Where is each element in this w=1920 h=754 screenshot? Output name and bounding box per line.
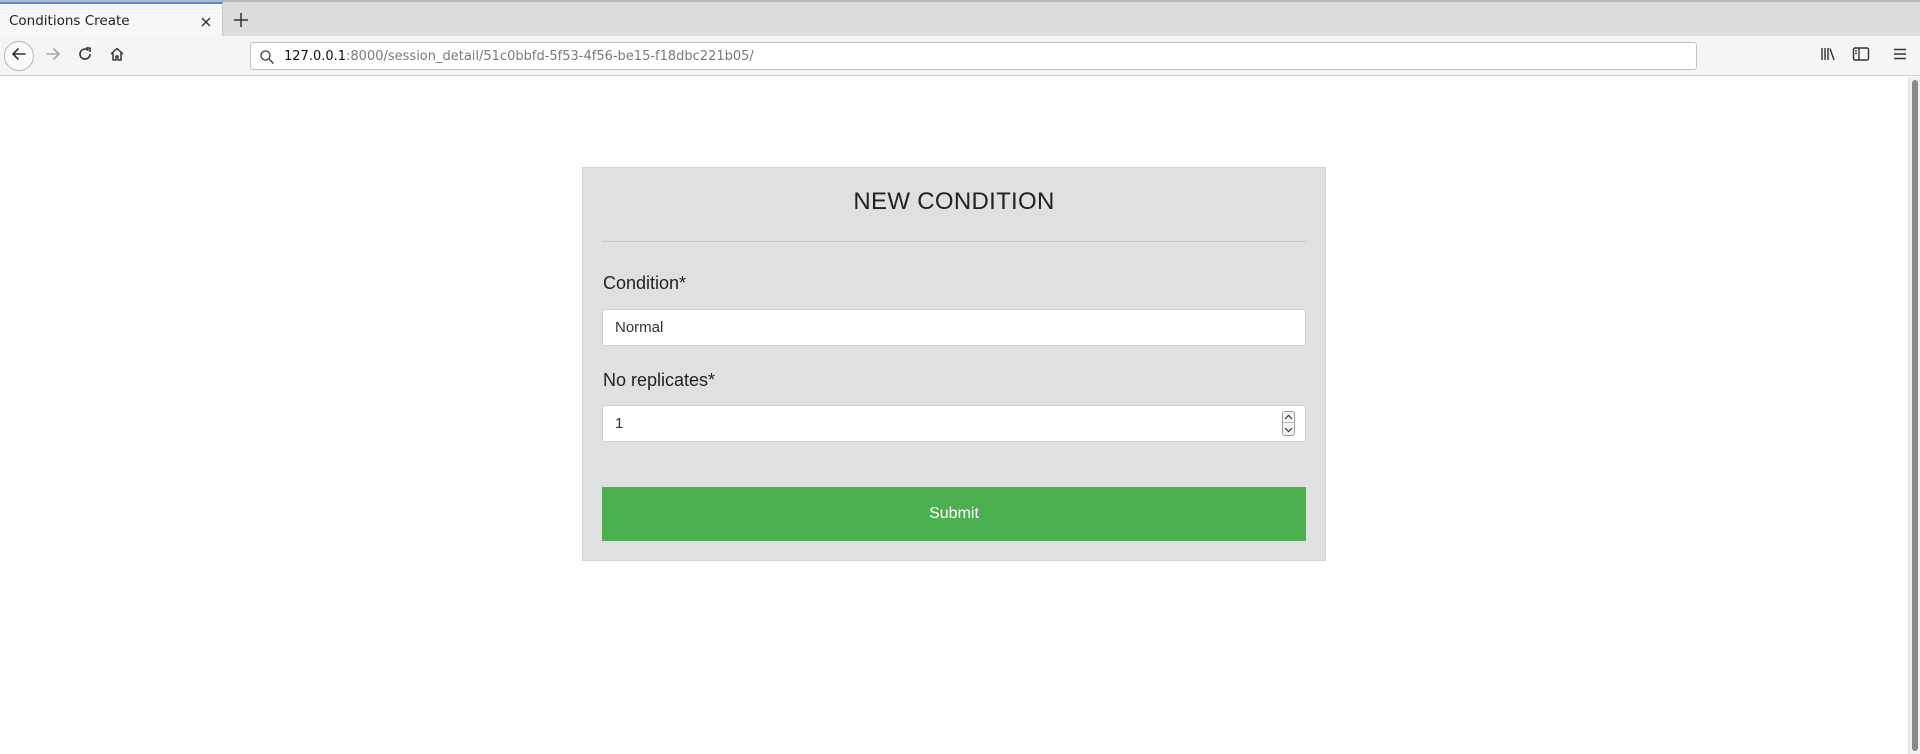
replicates-label: No replicates* — [603, 370, 716, 390]
forward-arrow-icon — [45, 46, 61, 66]
library-icon — [1820, 46, 1838, 66]
library-button[interactable] — [1818, 45, 1840, 67]
condition-label: Condition* — [603, 273, 687, 293]
replicates-value: 1 — [615, 415, 624, 432]
tab-bar: Conditions Create — [0, 0, 1920, 38]
browser-tab[interactable]: Conditions Create — [0, 2, 223, 38]
page-viewport: NEW CONDITION Condition* Normal No repli… — [0, 77, 1920, 754]
url-path: :8000/session_detail/51c0bbfd-5f53-4f56-… — [346, 49, 754, 64]
url-bar[interactable]: 127.0.0.1:8000/session_detail/51c0bbfd-5… — [250, 42, 1697, 70]
chevron-down-icon[interactable] — [1283, 424, 1294, 435]
replicates-input[interactable]: 1 — [602, 405, 1306, 442]
url-host: 127.0.0.1 — [284, 49, 347, 64]
back-arrow-icon — [11, 46, 27, 66]
plus-icon[interactable] — [232, 11, 250, 29]
tab-title: Conditions Create — [9, 13, 130, 29]
forward-button[interactable] — [38, 41, 68, 71]
home-icon — [109, 46, 125, 66]
sidebar-button[interactable] — [1850, 45, 1872, 67]
sidebar-icon — [1852, 46, 1870, 66]
close-icon[interactable] — [199, 14, 213, 28]
search-icon — [259, 49, 275, 65]
url-text[interactable]: 127.0.0.1:8000/session_detail/51c0bbfd-5… — [284, 49, 754, 64]
reload-icon — [77, 46, 93, 66]
chevron-up-icon[interactable] — [1283, 412, 1294, 423]
condition-form-card: NEW CONDITION Condition* Normal No repli… — [582, 167, 1326, 561]
number-spinner[interactable] — [1282, 411, 1295, 436]
hamburger-menu-icon — [1892, 46, 1908, 66]
condition-input[interactable]: Normal — [602, 309, 1306, 346]
back-button[interactable] — [4, 41, 34, 71]
submit-button[interactable]: Submit — [602, 487, 1306, 541]
home-button[interactable] — [102, 41, 132, 71]
scrollbar-thumb[interactable] — [1912, 80, 1918, 751]
reload-button[interactable] — [70, 41, 100, 71]
title-divider — [602, 241, 1306, 242]
menu-button[interactable] — [1889, 45, 1911, 67]
form-title: NEW CONDITION — [853, 188, 1055, 215]
nav-bar: 127.0.0.1:8000/session_detail/51c0bbfd-5… — [0, 36, 1920, 76]
vertical-scrollbar[interactable] — [1908, 77, 1920, 754]
